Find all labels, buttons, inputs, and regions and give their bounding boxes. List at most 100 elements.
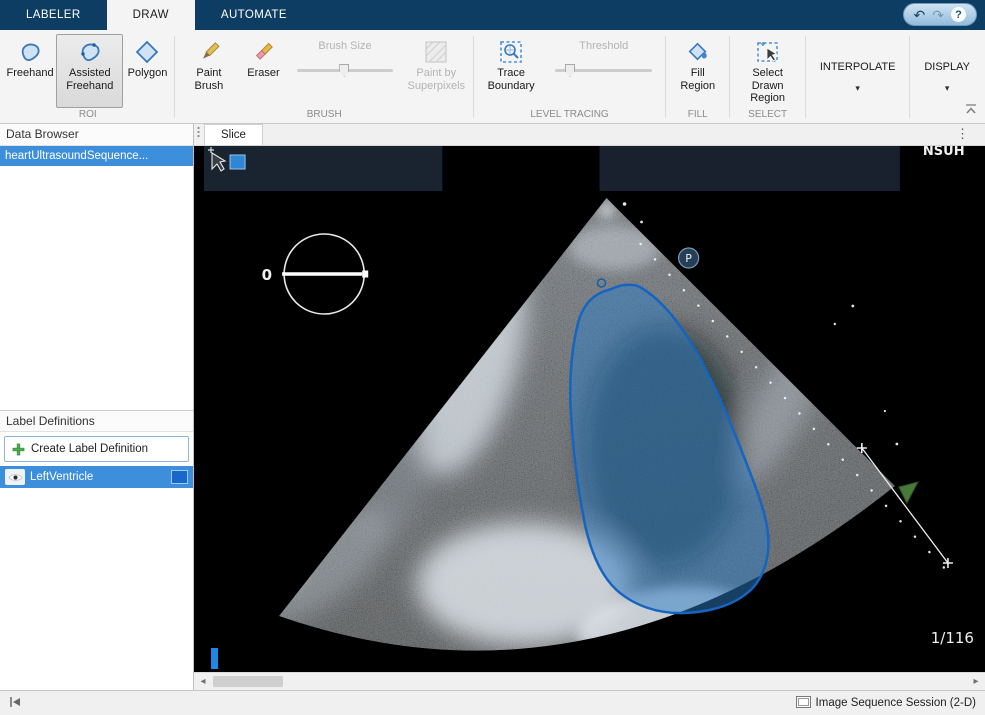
interpolate-label: INTERPOLATE xyxy=(820,61,896,73)
assisted-freehand-button[interactable]: Assisted Freehand xyxy=(56,34,123,108)
paint-brush-button[interactable]: Paint Brush xyxy=(178,34,239,108)
polygon-button[interactable]: Polygon xyxy=(123,34,171,108)
ribbon-group-level-tracing: Trace Boundary Threshold LEVEL TRACING xyxy=(477,31,662,123)
scrollbar-thumb[interactable] xyxy=(213,676,283,687)
redo-icon: ↷ xyxy=(932,8,944,22)
main-area: Data Browser heartUltrasoundSequence... … xyxy=(0,124,985,690)
eye-icon xyxy=(8,472,23,483)
tab-labeler[interactable]: LABELER xyxy=(0,0,107,30)
threshold-label: Threshold xyxy=(579,40,628,52)
fill-region-label: Fill Region xyxy=(674,67,721,92)
select-drawn-region-button[interactable]: Select Drawn Region xyxy=(733,34,802,108)
polygon-label: Polygon xyxy=(128,67,168,80)
scroll-right-icon[interactable]: ▸ xyxy=(967,673,985,690)
brush-size-slider xyxy=(297,69,392,72)
label-name: LeftVentricle xyxy=(30,471,93,483)
paint-brush-icon xyxy=(196,39,222,65)
ribbon-group-fill: Fill Region FILL xyxy=(669,31,726,123)
scrollbar-track[interactable] xyxy=(212,673,967,690)
corner-annotation: NSUH xyxy=(923,146,965,159)
gauge-value: 0 xyxy=(262,266,272,284)
create-label-definition-button[interactable]: Create Label Definition xyxy=(4,436,189,462)
sidebar: Data Browser heartUltrasoundSequence... … xyxy=(0,124,194,690)
p-marker-label: P xyxy=(685,252,692,265)
ribbon-separator xyxy=(174,36,175,118)
label-row-leftventricle[interactable]: LeftVentricle xyxy=(0,466,193,488)
threshold-slider xyxy=(555,69,652,72)
session-label: Image Sequence Session (2-D) xyxy=(816,697,976,709)
sequence-position-indicator[interactable] xyxy=(211,648,218,669)
scroll-left-icon[interactable]: ◂ xyxy=(194,673,212,690)
trace-boundary-label: Trace Boundary xyxy=(482,67,540,92)
chevron-down-icon: ▾ xyxy=(945,84,950,93)
slice-viewport: NSUH xyxy=(194,146,985,672)
ribbon-group-brush: Paint Brush Eraser Brush Size Paint by S… xyxy=(178,31,470,123)
eraser-button[interactable]: Eraser xyxy=(239,34,287,108)
sidebar-filler xyxy=(0,488,193,690)
assisted-freehand-icon xyxy=(77,39,103,65)
tab-draw[interactable]: DRAW xyxy=(107,0,195,30)
ribbon-group-select: Select Drawn Region SELECT xyxy=(733,31,802,123)
trace-boundary-button[interactable]: Trace Boundary xyxy=(477,34,545,108)
figure-panel: Slice ⋮ xyxy=(194,124,985,690)
brush-size-slider-thumb xyxy=(339,64,349,77)
paint-by-superpixels-label: Paint by Superpixels xyxy=(408,67,465,92)
create-label-definition-label: Create Label Definition xyxy=(31,443,148,455)
freehand-label: Freehand xyxy=(7,67,54,80)
data-browser-header: Data Browser xyxy=(0,124,193,146)
brush-size-control: Brush Size xyxy=(287,34,402,108)
help-icon[interactable]: ? xyxy=(951,7,966,22)
label-color-chip[interactable] xyxy=(171,470,188,484)
go-to-start-icon[interactable] xyxy=(9,696,22,711)
trace-boundary-icon xyxy=(498,39,524,65)
threshold-slider-thumb xyxy=(565,64,575,77)
roi-section-label: ROI xyxy=(4,108,171,123)
tab-automate[interactable]: AUTOMATE xyxy=(195,0,313,30)
undo-icon[interactable]: ↶ xyxy=(914,8,926,22)
session-status: Image Sequence Session (2-D) xyxy=(796,696,976,711)
collapse-ribbon-icon xyxy=(964,103,978,115)
data-browser-item[interactable]: heartUltrasoundSequence... xyxy=(0,146,193,166)
display-label: DISPLAY xyxy=(924,61,970,73)
polygon-icon xyxy=(134,39,160,65)
brush-size-label: Brush Size xyxy=(318,40,371,52)
quick-access-toolbar: ↶ ↷ ? xyxy=(903,3,977,26)
slice-canvas[interactable]: NSUH xyxy=(194,146,985,672)
ribbon-separator xyxy=(909,36,910,118)
fill-region-icon xyxy=(685,39,711,65)
plus-icon xyxy=(12,443,25,456)
interpolate-dropdown[interactable]: INTERPOLATE ▾ xyxy=(809,31,907,123)
paint-by-superpixels-button: Paint by Superpixels xyxy=(403,34,470,108)
toolstrip-tab-bar: LABELER DRAW AUTOMATE ↶ ↷ ? xyxy=(0,0,985,30)
overflow-menu-icon[interactable]: ⋮ xyxy=(956,126,969,142)
brush-section-label: BRUSH xyxy=(178,108,470,123)
session-icon xyxy=(796,696,811,711)
fill-region-button[interactable]: Fill Region xyxy=(669,34,726,108)
level-tracing-section-label: LEVEL TRACING xyxy=(477,108,662,123)
status-bar: Image Sequence Session (2-D) xyxy=(0,690,985,715)
select-drawn-region-label: Select Drawn Region xyxy=(738,67,797,105)
ribbon-separator xyxy=(473,36,474,118)
ribbon-separator xyxy=(805,36,806,118)
select-drawn-region-icon xyxy=(755,39,781,65)
paint-by-superpixels-icon xyxy=(423,39,449,65)
label-definitions-header: Label Definitions xyxy=(0,410,193,432)
paint-brush-label: Paint Brush xyxy=(183,67,234,92)
machine-ui-strip-right xyxy=(600,146,900,191)
tab-slice[interactable]: Slice xyxy=(204,124,263,145)
fill-section-label: FILL xyxy=(669,108,726,123)
threshold-control: Threshold xyxy=(545,34,662,108)
panel-grip[interactable] xyxy=(197,126,200,139)
freehand-icon xyxy=(17,39,43,65)
visibility-toggle[interactable] xyxy=(5,469,25,485)
ribbon-separator xyxy=(665,36,666,118)
eraser-label: Eraser xyxy=(247,67,279,80)
horizontal-scrollbar: ◂ ▸ xyxy=(194,672,985,690)
eraser-icon xyxy=(250,39,276,65)
p-marker: P xyxy=(679,248,699,268)
freehand-button[interactable]: Freehand xyxy=(4,34,56,108)
data-browser-list: heartUltrasoundSequence... xyxy=(0,146,193,410)
active-label-color-chip xyxy=(230,155,245,169)
collapse-ribbon-button[interactable] xyxy=(962,101,980,116)
figure-tab-bar: Slice ⋮ xyxy=(194,124,985,146)
